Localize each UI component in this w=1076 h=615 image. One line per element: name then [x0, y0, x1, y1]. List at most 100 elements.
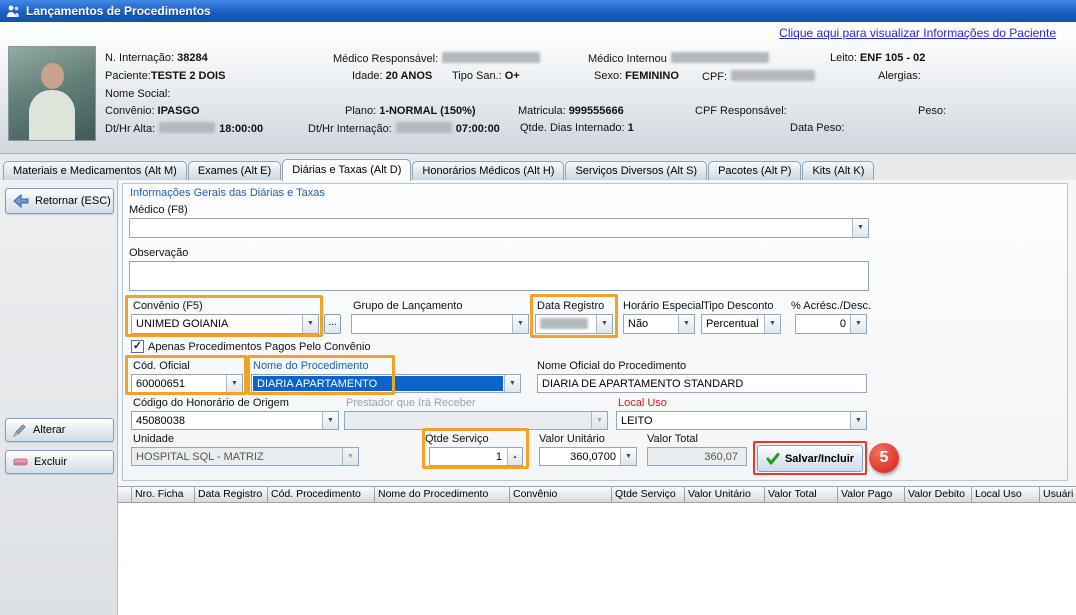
- redacted-value: [159, 122, 215, 133]
- cod-oficial-combo[interactable]: 60000651 ▼: [131, 374, 243, 393]
- matricula-label: Matricula:: [518, 105, 566, 117]
- grid-col-nome-procedimento[interactable]: Nome do Procedimento: [375, 486, 510, 503]
- chevron-down-icon: ▼: [591, 412, 607, 429]
- sexo-label: Sexo:: [594, 70, 622, 82]
- spinner-buttons: ▲▼: [507, 448, 522, 465]
- grid-col-data-registro[interactable]: Data Registro: [195, 486, 268, 503]
- qtde-servico-label: Qtde Serviço: [425, 433, 489, 445]
- grid-col-cod-procedimento[interactable]: Cód. Procedimento: [268, 486, 375, 503]
- pencil-icon: [13, 423, 27, 437]
- retornar-label: Retornar (ESC): [35, 195, 111, 207]
- apenas-pagos-checkbox[interactable]: ✓: [131, 340, 144, 353]
- nome-oficial-input[interactable]: DIARIA DE APARTAMENTO STANDARD: [537, 374, 867, 393]
- grid-body[interactable]: [118, 503, 1076, 615]
- dthr-alta-label: Dt/Hr Alta:: [105, 123, 155, 135]
- plano-value: 1-NORMAL (150%): [379, 105, 475, 117]
- chevron-down-icon[interactable]: ▼: [850, 412, 866, 429]
- spin-up-icon[interactable]: ▲: [508, 448, 522, 466]
- chevron-down-icon[interactable]: ▼: [852, 219, 868, 237]
- grid-col-nro-ficha[interactable]: Nro. Ficha: [132, 486, 195, 503]
- convenio-combo[interactable]: UNIMED GOIANIA ▼: [131, 314, 319, 334]
- convenio-browse-button[interactable]: ...: [324, 314, 341, 334]
- retornar-button[interactable]: Retornar (ESC): [5, 188, 114, 214]
- valor-unitario-combo[interactable]: 360,0700 ▼: [539, 447, 637, 466]
- alterar-label: Alterar: [33, 424, 65, 436]
- valor-total-label: Valor Total: [647, 433, 698, 445]
- salvar-label: Salvar/Incluir: [785, 453, 854, 465]
- observacao-input[interactable]: [129, 261, 869, 291]
- chevron-down-icon[interactable]: ▼: [322, 412, 338, 429]
- grid-col-qtde-servico[interactable]: Qtde Serviço: [612, 486, 685, 503]
- cod-honorario-combo[interactable]: 45080038 ▼: [131, 411, 339, 430]
- local-uso-combo[interactable]: LEITO ▼: [616, 411, 867, 430]
- tab-servicos[interactable]: Serviços Diversos (Alt S): [565, 161, 707, 181]
- alterar-button[interactable]: Alterar: [5, 418, 114, 442]
- tab-pacotes[interactable]: Pacotes (Alt P): [708, 161, 801, 181]
- tab-exames[interactable]: Exames (Alt E): [188, 161, 281, 181]
- chevron-down-icon[interactable]: ▼: [596, 315, 612, 333]
- grid-col-icon[interactable]: [118, 486, 132, 503]
- tab-honorarios[interactable]: Honorários Médicos (Alt H): [412, 161, 564, 181]
- chevron-down-icon[interactable]: ▼: [512, 315, 528, 333]
- nome-social-label: Nome Social:: [105, 88, 170, 100]
- nome-procedimento-combo[interactable]: DIARIA APARTAMENTO ▼: [251, 374, 521, 393]
- tab-materiais[interactable]: Materiais e Medicamentos (Alt M): [3, 161, 187, 181]
- convenio-f5-label: Convênio (F5): [133, 300, 203, 312]
- chevron-down-icon: ▼: [342, 448, 358, 465]
- acresc-value: 0: [840, 318, 846, 330]
- prestador-combo: ▼: [344, 411, 608, 430]
- chevron-down-icon[interactable]: ▼: [226, 375, 242, 392]
- qtde-servico-input[interactable]: 1 ▲▼: [429, 447, 523, 466]
- tipo-desconto-value: Percentual: [706, 318, 759, 330]
- convenio-value: UNIMED GOIANIA: [136, 318, 228, 330]
- chevron-down-icon[interactable]: ▼: [620, 448, 636, 465]
- sexo-value: FEMININO: [625, 70, 679, 82]
- grupo-lancamento-combo[interactable]: ▼: [351, 314, 529, 334]
- tipo-desconto-combo[interactable]: Percentual ▼: [701, 314, 781, 334]
- cod-oficial-label: Cód. Oficial: [133, 360, 190, 372]
- convenio-value: IPASGO: [158, 105, 200, 117]
- leito-label: Leito:: [830, 52, 857, 64]
- grid-col-valor-debito[interactable]: Valor Debito: [905, 486, 972, 503]
- group-title: Informações Gerais das Diárias e Taxas: [130, 187, 325, 199]
- chevron-down-icon[interactable]: ▼: [302, 315, 318, 333]
- back-arrow-icon: [13, 194, 29, 208]
- data-peso-label: Data Peso:: [790, 122, 844, 134]
- local-uso-label: Local Uso: [618, 397, 667, 409]
- convenio-field: Convênio:IPASGO: [105, 105, 200, 117]
- medico-responsavel-field: Médico Responsável:: [333, 52, 544, 65]
- patient-info-link[interactable]: Clique aqui para visualizar Informações …: [779, 26, 1056, 40]
- grid-col-valor-total[interactable]: Valor Total: [765, 486, 838, 503]
- chevron-down-icon[interactable]: ▼: [504, 375, 520, 392]
- nome-oficial-label: Nome Oficial do Procedimento: [537, 360, 686, 372]
- redacted-value: [671, 52, 769, 63]
- grid-col-usuario[interactable]: Usuári: [1040, 486, 1076, 503]
- internacao-label: N. Internação:: [105, 52, 174, 64]
- data-registro-combo[interactable]: ▼: [535, 314, 613, 334]
- medico-label: Médico (F8): [129, 204, 188, 216]
- excluir-button[interactable]: Excluir: [5, 450, 114, 474]
- cod-oficial-value: 60000651: [136, 378, 185, 390]
- grid-col-convenio[interactable]: Convênio: [510, 486, 612, 503]
- chevron-down-icon[interactable]: ▼: [850, 315, 866, 333]
- tab-diarias-taxas[interactable]: Diárias e Taxas (Alt D): [282, 159, 411, 181]
- redacted-value: [731, 70, 815, 81]
- chevron-down-icon[interactable]: ▼: [764, 315, 780, 333]
- medico-combo[interactable]: ▼: [129, 218, 869, 238]
- chevron-down-icon[interactable]: ▼: [678, 315, 694, 333]
- valor-total-value: 360,07: [704, 451, 738, 463]
- tipo-san-value: O+: [505, 70, 520, 82]
- data-registro-label: Data Registro: [537, 300, 604, 312]
- nome-social-field: Nome Social:: [105, 88, 170, 100]
- acresc-combo[interactable]: 0 ▼: [795, 314, 867, 334]
- grid-col-local-uso[interactable]: Local Uso: [972, 486, 1040, 503]
- unidade-label: Unidade: [133, 433, 174, 445]
- qtde-dias-field: Qtde. Dias Internado:1: [520, 122, 634, 134]
- grid-col-valor-unitario[interactable]: Valor Unitário: [685, 486, 765, 503]
- grid-col-valor-pago[interactable]: Valor Pago: [838, 486, 905, 503]
- horario-especial-combo[interactable]: Não ▼: [623, 314, 695, 334]
- matricula-field: Matricula:999555666: [518, 105, 624, 117]
- tab-kits[interactable]: Kits (Alt K): [802, 161, 874, 181]
- local-uso-value: LEITO: [621, 415, 653, 427]
- salvar-incluir-button[interactable]: Salvar/Incluir: [757, 445, 863, 472]
